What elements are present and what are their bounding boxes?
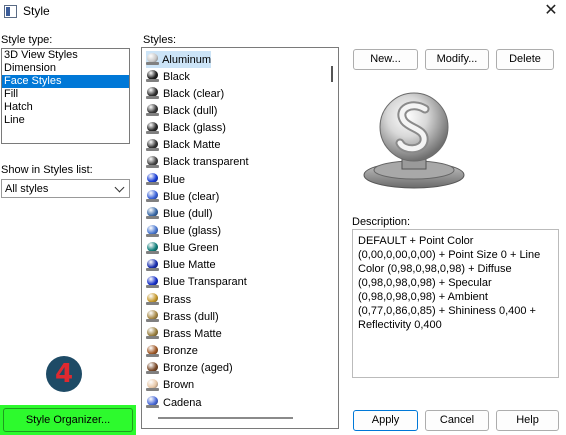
material-ball-icon: [146, 310, 159, 323]
material-ball-icon: [146, 258, 159, 272]
description-text: DEFAULT + Point Color (0,00,0,00,0,00) +…: [352, 229, 559, 378]
style-item-label: Blue Green: [163, 242, 219, 255]
material-ball-icon: [146, 104, 159, 117]
style-list-item[interactable]: Blue (dull): [146, 205, 213, 222]
delete-button[interactable]: Delete: [496, 49, 554, 70]
style-item-label: Blue: [163, 173, 186, 186]
new-button[interactable]: New...: [353, 49, 418, 70]
material-ball-icon: [146, 155, 159, 169]
material-ball-icon: [146, 207, 159, 220]
style-list-item[interactable]: Blue Matte: [146, 257, 216, 274]
material-ball-icon: [146, 190, 159, 203]
style-list-item[interactable]: Blue: [146, 171, 185, 188]
horizontal-scrollbar-thumb[interactable]: [158, 417, 293, 419]
window-app-icon: [4, 5, 17, 18]
style-item-label: Blue Matte: [163, 259, 216, 272]
material-ball-icon: [146, 241, 159, 255]
style-item-label: Blue (dull): [163, 207, 213, 220]
style-item-label: Black (clear): [163, 87, 225, 100]
styles-label: Styles:: [143, 34, 177, 46]
material-ball-icon: [146, 53, 159, 66]
style-item-label: Black (glass): [163, 122, 226, 135]
style-item-label: Blue (clear): [163, 190, 220, 203]
style-list-item[interactable]: Black (glass): [146, 120, 226, 137]
show-in-list-label: Show in Styles list:: [1, 164, 93, 176]
style-list-item[interactable]: Cadena: [146, 394, 202, 411]
style-item-label: Bronze: [163, 345, 198, 358]
apply-button[interactable]: Apply: [353, 410, 418, 431]
style-item-label: Brown: [163, 379, 195, 392]
style-item-label: Brass: [163, 293, 192, 306]
style-type-item[interactable]: Dimension: [2, 62, 129, 75]
material-ball-icon: [146, 361, 159, 375]
style-item-label: Cadena: [163, 396, 202, 409]
title-bar: Style ✕: [0, 0, 566, 24]
material-ball-icon: [146, 275, 159, 289]
style-item-label: Aluminum: [162, 53, 211, 66]
step-number-badge: 4: [46, 356, 82, 392]
style-item-label: Black transparent: [163, 156, 249, 169]
style-item-label: Black (dull): [163, 104, 218, 117]
window-title: Style: [23, 4, 50, 18]
modify-button[interactable]: Modify...: [425, 49, 489, 70]
style-type-item[interactable]: Face Styles: [2, 75, 129, 88]
style-list-item[interactable]: Brown: [146, 377, 194, 394]
style-type-item[interactable]: 3D View Styles: [2, 49, 129, 62]
style-type-item[interactable]: Line: [2, 114, 129, 127]
material-ball-icon: [146, 344, 159, 358]
style-list-item[interactable]: Blue Green: [146, 240, 219, 257]
style-item-label: Blue (glass): [163, 225, 222, 237]
style-item-label: Bronze (aged): [163, 362, 233, 375]
style-type-label: Style type:: [1, 34, 53, 46]
style-list-item[interactable]: Black transparent: [146, 154, 249, 171]
show-in-list-select[interactable]: All styles: [1, 179, 130, 198]
material-ball-icon: [146, 378, 159, 392]
style-list-item[interactable]: Bronze (aged): [146, 360, 233, 377]
material-ball-icon: [146, 293, 159, 306]
material-sphere-preview-icon: [363, 92, 465, 189]
styles-listbox[interactable]: Aluminum Black Black (clear) Black (dull) Bl…: [141, 47, 339, 429]
style-item-label: Brass (dull): [163, 310, 219, 323]
style-item-label: Blue Transparant: [163, 276, 247, 289]
style-type-item[interactable]: Fill: [2, 88, 129, 101]
style-list-item[interactable]: Bronze: [146, 343, 198, 360]
style-list-item[interactable]: Brass Matte: [146, 325, 222, 342]
style-list-item[interactable]: Brass (dull): [146, 308, 219, 325]
style-item-label: Black Matte: [163, 139, 221, 152]
material-ball-icon: [146, 396, 159, 409]
material-ball-icon: [146, 70, 159, 83]
style-type-item[interactable]: Hatch: [2, 101, 129, 114]
close-button[interactable]: ✕: [542, 1, 560, 21]
material-ball-icon: [146, 121, 159, 135]
style-list-item[interactable]: Black: [146, 68, 190, 85]
style-list-item[interactable]: Blue (clear): [146, 188, 219, 205]
chevron-down-icon: [114, 182, 125, 193]
material-ball-icon: [146, 87, 159, 100]
style-item-label: Black: [163, 70, 190, 83]
material-ball-icon: [146, 327, 159, 340]
style-list-item[interactable]: Blue (glass): [146, 223, 221, 240]
style-item-label: Brass Matte: [163, 327, 222, 340]
style-preview-image: [352, 85, 475, 200]
style-type-listbox[interactable]: 3D View Styles Dimension Face Styles Fill Ha…: [1, 48, 130, 144]
style-organizer-button[interactable]: Style Organizer...: [3, 408, 133, 432]
style-list-item[interactable]: Black Matte: [146, 137, 220, 154]
material-ball-icon: [146, 224, 159, 238]
style-list-item[interactable]: Black (clear): [146, 85, 224, 102]
vertical-scrollbar-thumb[interactable]: [331, 66, 333, 82]
material-ball-icon: [146, 173, 159, 186]
style-list-item[interactable]: Black (dull): [146, 102, 217, 119]
style-list-item[interactable]: Blue Transparant: [146, 274, 247, 291]
help-button[interactable]: Help: [496, 410, 559, 431]
material-ball-icon: [146, 138, 159, 152]
style-organizer-highlight: Style Organizer...: [0, 405, 136, 435]
style-list-item[interactable]: Aluminum: [146, 51, 211, 68]
style-list-item[interactable]: Brass: [146, 291, 191, 308]
show-in-list-value: All styles: [5, 183, 49, 195]
cancel-button[interactable]: Cancel: [425, 410, 489, 431]
description-label: Description:: [352, 216, 411, 228]
